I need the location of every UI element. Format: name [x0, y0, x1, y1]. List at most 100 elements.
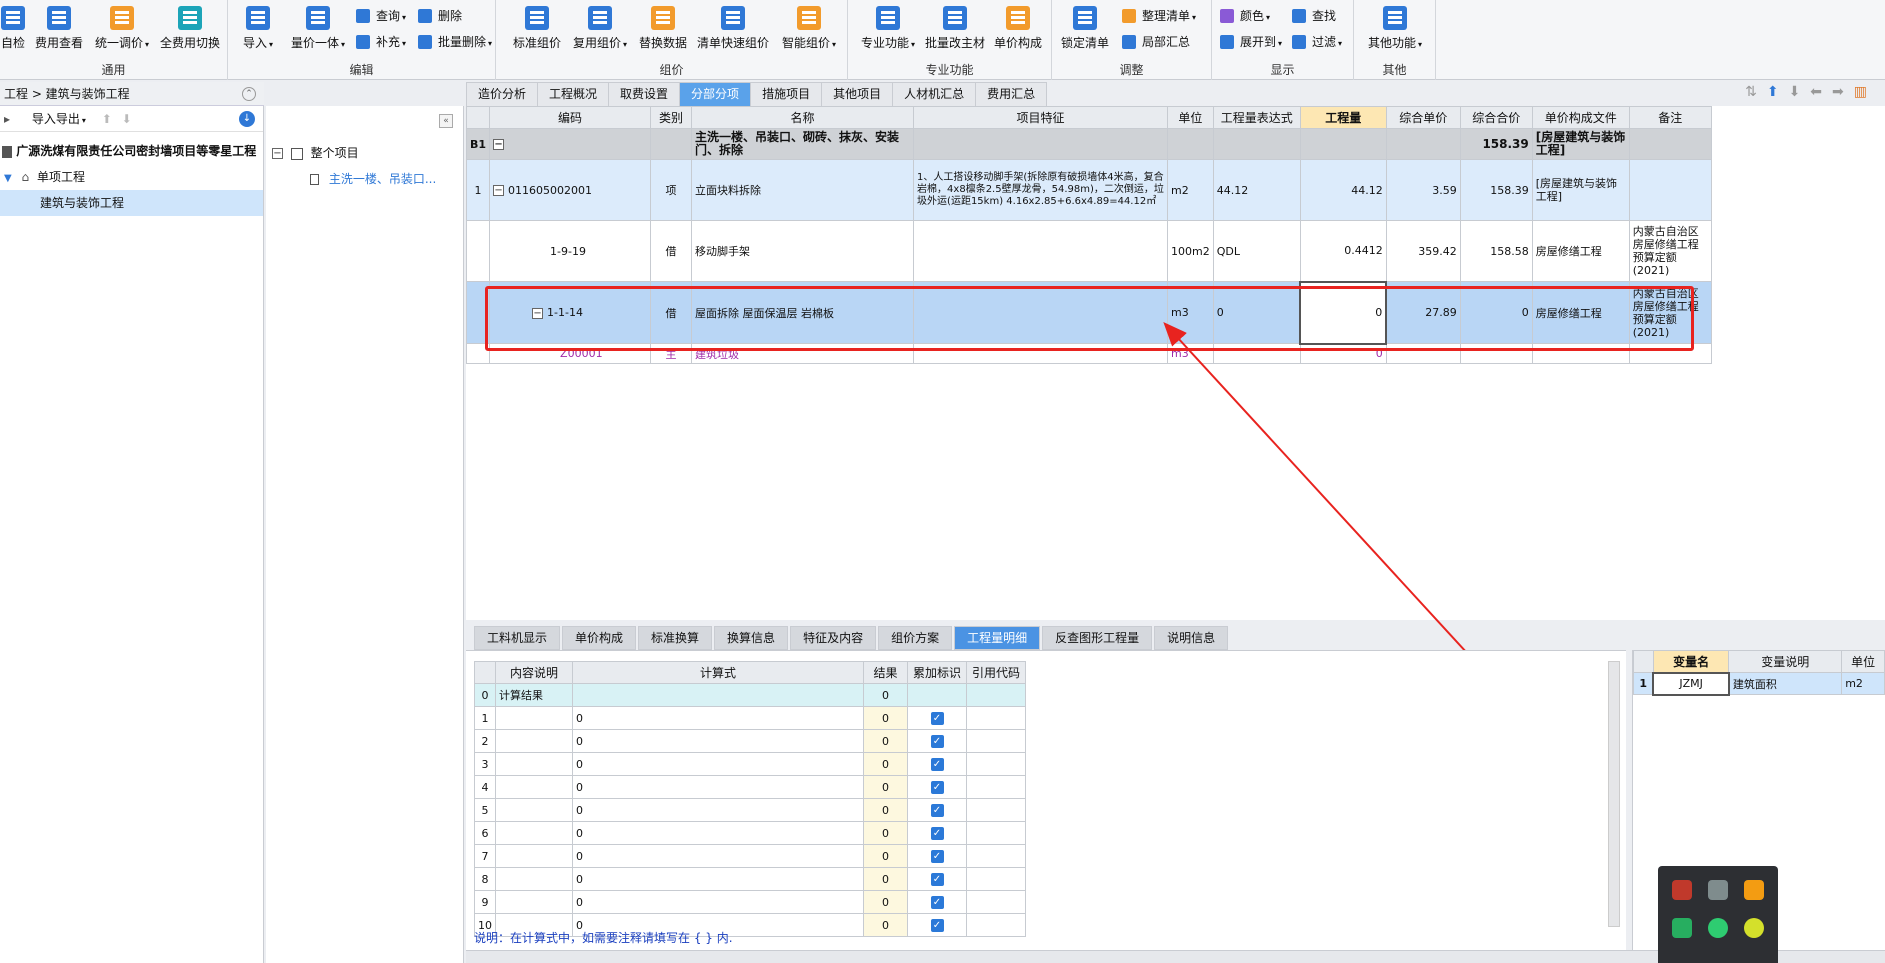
- calc-row[interactable]: 7 0 0 ✓: [474, 844, 1026, 868]
- move-down-icon[interactable]: ⬇: [122, 112, 132, 126]
- arrow-up-icon[interactable]: ⬆: [1767, 84, 1779, 104]
- sort-list-button[interactable]: 整理清单 ▾: [1120, 6, 1196, 26]
- table-row[interactable]: 1 −011605002001 项 立面块料拆除 1、人工搭设移动脚手架(拆除原…: [465, 159, 1712, 221]
- checkbox-checked-icon[interactable]: ✓: [930, 850, 944, 863]
- delete-button[interactable]: 删除: [416, 6, 462, 26]
- tray-plus-icon[interactable]: [1744, 918, 1764, 938]
- column-settings-icon[interactable]: ▥: [1854, 84, 1867, 104]
- col-type[interactable]: 类别: [650, 106, 693, 129]
- tab-feature-content[interactable]: 特征及内容: [790, 626, 877, 650]
- calc-row[interactable]: 5 0 0 ✓: [474, 798, 1026, 822]
- collapse-box-icon[interactable]: −: [493, 185, 505, 196]
- arrow-left-icon[interactable]: ⬅: [1810, 84, 1822, 104]
- tab-fee-settings[interactable]: 取费设置: [608, 82, 681, 106]
- unify-price-button[interactable]: 统一调价 ▾: [92, 4, 152, 52]
- calc-result-row[interactable]: 0 计算结果 0: [474, 683, 1026, 707]
- tree-project[interactable]: 广源洗煤有限责任公司密封墙项目等零星工程: [0, 138, 263, 164]
- col-price-file[interactable]: 单价构成文件: [1531, 106, 1630, 129]
- checkbox-checked-icon[interactable]: ✓: [930, 873, 944, 886]
- table-row-selected[interactable]: −1-1-14 借 屋面拆除 屋面保温层 岩棉板 m3 0 0 27.89 0 …: [465, 280, 1712, 345]
- reuse-group-button[interactable]: 复用组价 ▾: [570, 4, 630, 52]
- table-row[interactable]: 1-9-19 借 移动脚手架 100m2 QDL 0.4412 359.42 1…: [465, 220, 1712, 282]
- col-qty[interactable]: 工程量: [1299, 106, 1387, 129]
- checkbox-checked-icon[interactable]: ✓: [930, 919, 944, 932]
- table-row[interactable]: Z00001 主 建筑垃圾 m3 0: [465, 343, 1712, 364]
- batch-delete-button[interactable]: 批量删除 ▾: [416, 32, 492, 52]
- arrow-down-icon[interactable]: ⬇: [1789, 84, 1801, 104]
- checkbox-checked-icon[interactable]: ✓: [930, 827, 944, 840]
- import-export-menu[interactable]: 导入导出: [32, 112, 80, 126]
- supplement-button[interactable]: 补充 ▾: [354, 32, 406, 52]
- calc-row[interactable]: 8 0 0 ✓: [474, 867, 1026, 891]
- calc-row[interactable]: 3 0 0 ✓: [474, 752, 1026, 776]
- calc-row[interactable]: 1 0 0 ✓: [474, 706, 1026, 730]
- calc-row[interactable]: 6 0 0 ✓: [474, 821, 1026, 845]
- col-var-unit[interactable]: 单位: [1841, 650, 1885, 673]
- collapse-left-icon[interactable]: «: [439, 114, 453, 128]
- col-result[interactable]: 结果: [863, 661, 908, 684]
- tray-cloud-icon[interactable]: [1744, 880, 1764, 900]
- other-func-button[interactable]: 其他功能 ▾: [1364, 4, 1426, 52]
- tab-price-composition[interactable]: 单价构成: [562, 626, 637, 650]
- calc-row[interactable]: 9 0 0 ✓: [474, 890, 1026, 914]
- tab-labor-material[interactable]: 工料机显示: [474, 626, 561, 650]
- col-unit[interactable]: 单位: [1167, 106, 1214, 129]
- qty-price-one-button[interactable]: 量价一体 ▾: [288, 4, 348, 52]
- table-row-b1[interactable]: B1 − 主洗一楼、吊装口、砌砖、抹灰、安装门、拆除 158.39 [房屋建筑与…: [465, 128, 1712, 160]
- col-formula[interactable]: 计算式: [572, 661, 864, 684]
- sort-updown-icon[interactable]: ⇅: [1745, 84, 1757, 104]
- chevron-down-icon[interactable]: ▼: [4, 173, 12, 184]
- checkbox-checked-icon[interactable]: ✓: [930, 804, 944, 817]
- tab-fee-summary[interactable]: 费用汇总: [975, 82, 1048, 106]
- tray-satellite-icon[interactable]: [1708, 880, 1728, 900]
- checkbox-checked-icon[interactable]: ✓: [930, 781, 944, 794]
- replace-data-button[interactable]: 替换数据: [638, 4, 688, 52]
- col-accumulate[interactable]: 累加标识: [907, 661, 967, 684]
- download-icon[interactable]: ↓: [239, 111, 255, 127]
- batch-main-button[interactable]: 批量改主材: [924, 4, 986, 52]
- tree-sub-project[interactable]: 建筑与装饰工程: [0, 190, 263, 216]
- col-price[interactable]: 综合单价: [1385, 106, 1461, 129]
- tab-std-conversion[interactable]: 标准换算: [638, 626, 713, 650]
- tree-division-item[interactable]: 主洗一楼、吊装口...: [266, 166, 463, 192]
- tab-division-items[interactable]: 分部分项: [679, 82, 752, 106]
- collapse-box-icon[interactable]: −: [493, 139, 505, 150]
- special-func-button[interactable]: 专业功能 ▾: [858, 4, 918, 52]
- tray-wechat-icon[interactable]: [1708, 918, 1728, 938]
- tray-nvidia-icon[interactable]: [1672, 918, 1692, 938]
- vertical-scrollbar[interactable]: [1608, 661, 1620, 927]
- col-var-name[interactable]: 变量名: [1652, 650, 1730, 673]
- find-button[interactable]: 查找: [1290, 6, 1336, 26]
- new-icon[interactable]: ▸: [4, 112, 10, 126]
- col-desc[interactable]: 内容说明: [495, 661, 573, 684]
- collapse-up-icon[interactable]: ⌃: [242, 87, 256, 101]
- variable-row[interactable]: 1 JZMJ 建筑面积 m2: [1633, 671, 1885, 696]
- quick-group-button[interactable]: 清单快速组价: [696, 4, 770, 52]
- checkbox-checked-icon[interactable]: ✓: [930, 896, 944, 909]
- smart-group-button[interactable]: 智能组价 ▾: [778, 4, 840, 52]
- unit-price-comp-button[interactable]: 单价构成: [992, 4, 1044, 52]
- self-check-button[interactable]: 自检: [0, 4, 26, 52]
- tray-app-icon[interactable]: [1672, 880, 1692, 900]
- partial-summary-button[interactable]: 局部汇总: [1120, 32, 1190, 52]
- checkbox-checked-icon[interactable]: ✓: [930, 758, 944, 771]
- expand-to-button[interactable]: 展开到 ▾: [1218, 32, 1282, 52]
- filter-button[interactable]: 过滤 ▾: [1290, 32, 1342, 52]
- tab-labor-material-summary[interactable]: 人材机汇总: [892, 82, 977, 106]
- all-fee-switch-button[interactable]: 全费用切换: [158, 4, 222, 52]
- lock-list-button[interactable]: 锁定清单: [1060, 4, 1110, 52]
- tab-other-items[interactable]: 其他项目: [821, 82, 894, 106]
- color-button[interactable]: 颜色 ▾: [1218, 6, 1270, 26]
- tree-unit-project[interactable]: ▼ ⌂ 单项工程: [0, 164, 263, 190]
- col-name[interactable]: 名称: [691, 106, 915, 129]
- col-code[interactable]: 编码: [489, 106, 652, 129]
- move-up-icon[interactable]: ⬆: [102, 112, 112, 126]
- tab-overview[interactable]: 工程概况: [537, 82, 610, 106]
- col-total[interactable]: 综合合价: [1459, 106, 1533, 129]
- tab-conversion-info[interactable]: 换算信息: [714, 626, 789, 650]
- col-feature[interactable]: 项目特征: [913, 106, 1169, 129]
- checkbox-checked-icon[interactable]: ✓: [930, 735, 944, 748]
- tab-group-plan[interactable]: 组价方案: [878, 626, 953, 650]
- import-button[interactable]: 导入 ▾: [238, 4, 278, 52]
- tab-reverse-graphic-qty[interactable]: 反查图形工程量: [1042, 626, 1153, 650]
